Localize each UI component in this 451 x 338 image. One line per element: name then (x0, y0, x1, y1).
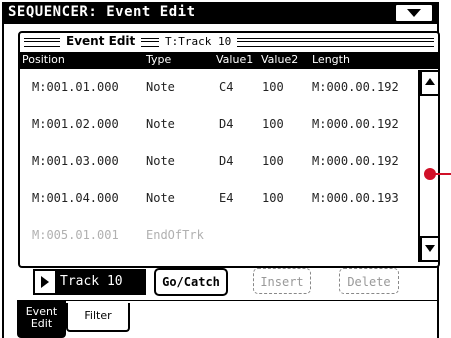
event-position: M:005.01.001 (32, 228, 119, 242)
column-header-length: Length (312, 53, 350, 66)
scroll-up-arrow-icon (425, 78, 435, 85)
callout-pointer-dot (424, 168, 436, 180)
event-length: M:000.00.193 (312, 191, 399, 205)
event-edit-panel: Event Edit T:Track 10 Position Type Valu… (18, 31, 440, 268)
event-row[interactable]: M:001.04.000 Note E4 100 M:000.00.193 (20, 181, 416, 217)
tab-filter[interactable]: Filter (66, 303, 130, 332)
tab-bar-rule (17, 300, 438, 301)
scroll-down-arrow-icon (425, 245, 435, 252)
play-arrow-icon (41, 276, 49, 288)
event-value1: D4 (219, 154, 234, 168)
event-position: M:001.02.000 (32, 117, 119, 131)
tab-event-edit-line2: Edit (30, 317, 53, 330)
scroll-up-button[interactable] (420, 70, 440, 96)
event-value2: 100 (262, 154, 284, 168)
track-play-button[interactable] (35, 271, 57, 293)
menu-arrow-down-icon (407, 9, 421, 17)
event-value2: 100 (262, 80, 284, 94)
insert-button[interactable]: Insert (253, 268, 311, 294)
event-value1: D4 (219, 117, 234, 131)
event-value2: 100 (262, 191, 284, 205)
event-row-end-of-track[interactable]: M:005.01.001 EndOfTrk (20, 218, 416, 254)
event-type: Note (146, 154, 175, 168)
page-menu-button[interactable] (395, 4, 433, 22)
panel-header: Event Edit T:Track 10 (20, 33, 438, 51)
delete-button[interactable]: Delete (339, 268, 399, 294)
event-type: Note (146, 191, 175, 205)
title-bar: SEQUENCER: Event Edit (2, 2, 439, 24)
column-header-value2: Value2 (261, 53, 299, 66)
event-length: M:000.00.192 (312, 117, 399, 131)
event-position: M:001.03.000 (32, 154, 119, 168)
go-catch-button[interactable]: Go/Catch (154, 268, 228, 296)
window-title: SEQUENCER: Event Edit (8, 4, 196, 20)
event-value1: E4 (219, 191, 234, 205)
event-type: Note (146, 80, 175, 94)
event-type: Note (146, 117, 175, 131)
event-position: M:001.04.000 (32, 191, 119, 205)
event-row[interactable]: M:001.01.000 Note C4 100 M:000.00.192 (20, 70, 416, 106)
table-header: Position Type Value1 Value2 Length (20, 52, 438, 69)
scroll-down-button[interactable] (420, 236, 440, 262)
track-selector-value[interactable]: Track 10 (57, 271, 144, 293)
column-header-position: Position (22, 53, 65, 66)
event-list-scrollbar[interactable] (418, 70, 440, 262)
event-row[interactable]: M:001.03.000 Note D4 100 M:000.00.192 (20, 144, 416, 180)
event-type: EndOfTrk (146, 228, 204, 242)
event-value1: C4 (219, 80, 234, 94)
event-length: M:000.00.192 (312, 154, 399, 168)
panel-track-label: T:Track 10 (159, 35, 238, 48)
tab-event-edit[interactable]: Event Edit (17, 301, 66, 338)
panel-title: Event Edit (60, 34, 142, 48)
frame-border-left (2, 24, 4, 338)
column-header-type: Type (146, 53, 172, 66)
event-list: M:001.01.000 Note C4 100 M:000.00.192 M:… (20, 70, 416, 264)
event-position: M:001.01.000 (32, 80, 119, 94)
track-selector[interactable]: Track 10 (33, 269, 146, 295)
event-row[interactable]: M:001.02.000 Note D4 100 M:000.00.192 (20, 107, 416, 143)
event-length: M:000.00.192 (312, 80, 399, 94)
sequencer-screen: SEQUENCER: Event Edit Event Edit T:Track… (0, 0, 451, 338)
event-value2: 100 (262, 117, 284, 131)
column-header-value1: Value1 (216, 53, 254, 66)
